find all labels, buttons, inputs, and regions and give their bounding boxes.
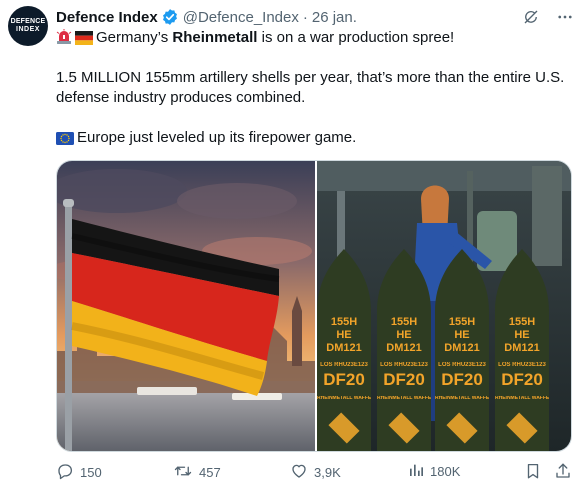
bookmark-icon bbox=[524, 462, 542, 483]
shell-model: DM121 bbox=[504, 343, 540, 354]
verified-badge-icon bbox=[161, 8, 179, 26]
post-text-line4: Europe just leveled up its firepower gam… bbox=[56, 128, 576, 151]
grok-icon[interactable] bbox=[522, 8, 540, 26]
shell-label: 155H HE DM121 LOS RHU23E123 DF20 RHEINMETALL … bbox=[377, 317, 431, 401]
repost-count: 457 bbox=[199, 465, 221, 480]
author-name[interactable]: Defence Index bbox=[56, 9, 158, 26]
author-handle[interactable]: @Defence_Index bbox=[183, 9, 299, 26]
shell-type: HE bbox=[336, 330, 352, 341]
post-text-line2: 1.5 MILLION 155mm artillery shells per y… bbox=[56, 69, 565, 106]
siren-emoji bbox=[56, 29, 72, 51]
shell-caliber: 155H bbox=[508, 317, 536, 328]
shell-label: 155H HE DM121 LOS RHU23E123 DF20 RHEINMETALL … bbox=[317, 317, 371, 401]
shell-lot: LOS RHU23E123 bbox=[438, 362, 486, 368]
shell-code: DF20 bbox=[441, 371, 483, 388]
shell-caliber: 155H bbox=[448, 317, 476, 328]
shell-code: DF20 bbox=[501, 371, 543, 388]
heart-icon bbox=[290, 462, 308, 483]
avatar[interactable]: DEFENCE INDEX bbox=[8, 6, 48, 46]
shell-type: HE bbox=[454, 330, 470, 341]
shell-model: DM121 bbox=[326, 343, 362, 354]
repost-icon bbox=[173, 462, 193, 483]
shell-maker: RHEINMETALL WAFFE MUNITION GESCHOSS bbox=[377, 396, 431, 401]
shell-code: DF20 bbox=[323, 371, 365, 388]
german-flag-photo[interactable] bbox=[57, 161, 315, 451]
shell-label: 155H HE DM121 LOS RHU23E123 DF20 RHEINMETALL … bbox=[495, 317, 549, 401]
top-icons bbox=[522, 8, 574, 26]
views-count: 180K bbox=[430, 464, 461, 479]
like-button[interactable]: 3,9K bbox=[290, 462, 341, 483]
post-text-bold-company: Rheinmetall bbox=[172, 29, 258, 46]
more-icon[interactable] bbox=[556, 8, 574, 26]
views-button[interactable]: 180K bbox=[408, 462, 460, 481]
reply-count: 150 bbox=[80, 465, 102, 480]
post-date[interactable]: 26 jan. bbox=[312, 9, 357, 26]
shell-model: DM121 bbox=[444, 343, 480, 354]
like-count: 3,9K bbox=[314, 465, 341, 480]
shell-label: 155H HE DM121 LOS RHU23E123 DF20 RHEINMETALL … bbox=[435, 317, 489, 401]
post-text-line1-before: Germany’s bbox=[96, 29, 173, 46]
shell-labels: 155H HE DM121 LOS RHU23E123 DF20 RHEINMETALL … bbox=[317, 161, 571, 451]
post-text-line1: Germany’s Rheinmetall is on a war produc… bbox=[56, 28, 576, 51]
separator-dot: · bbox=[302, 8, 308, 26]
share-icon bbox=[554, 462, 572, 483]
post-actions: 150 457 3,9K 180K bbox=[56, 462, 572, 486]
shell-lot: LOS RHU23E123 bbox=[380, 362, 428, 368]
artillery-shells-photo[interactable]: 155H HE DM121 LOS RHU23E123 DF20 RHEINMETALL … bbox=[317, 161, 571, 451]
shell-caliber: 155H bbox=[390, 317, 418, 328]
shell-lot: LOS RHU23E123 bbox=[320, 362, 368, 368]
bookmark-button[interactable] bbox=[524, 462, 542, 483]
post-media: 155H HE DM121 LOS RHU23E123 DF20 RHEINMETALL … bbox=[56, 160, 572, 452]
shell-caliber: 155H bbox=[330, 317, 358, 328]
post-text-line4-content: Europe just leveled up its firepower gam… bbox=[77, 129, 357, 146]
shell-model: DM121 bbox=[386, 343, 422, 354]
avatar-text-line2: INDEX bbox=[16, 26, 40, 33]
shell-type: HE bbox=[396, 330, 412, 341]
shell-maker: RHEINMETALL WAFFE MUNITION GESCHOSS bbox=[317, 396, 371, 401]
post-text-line1-after: is on a war production spree! bbox=[257, 29, 455, 46]
shell-lot: LOS RHU23E123 bbox=[498, 362, 546, 368]
eu-flag-emoji bbox=[56, 131, 74, 151]
reply-icon bbox=[56, 462, 74, 483]
share-button[interactable] bbox=[554, 462, 572, 483]
shell-code: DF20 bbox=[383, 371, 425, 388]
reply-button[interactable]: 150 bbox=[56, 462, 102, 483]
shell-type: HE bbox=[514, 330, 530, 341]
german-flag-emoji bbox=[75, 31, 93, 51]
avatar-text-line1: DEFENCE bbox=[10, 18, 46, 25]
views-icon bbox=[408, 462, 424, 481]
shell-maker: RHEINMETALL WAFFE MUNITION GESCHOSS bbox=[495, 396, 549, 401]
repost-button[interactable]: 457 bbox=[173, 462, 221, 483]
post-header: Defence Index @Defence_Index · 26 jan. bbox=[56, 6, 357, 28]
shell-maker: RHEINMETALL WAFFE MUNITION GESCHOSS bbox=[435, 396, 489, 401]
